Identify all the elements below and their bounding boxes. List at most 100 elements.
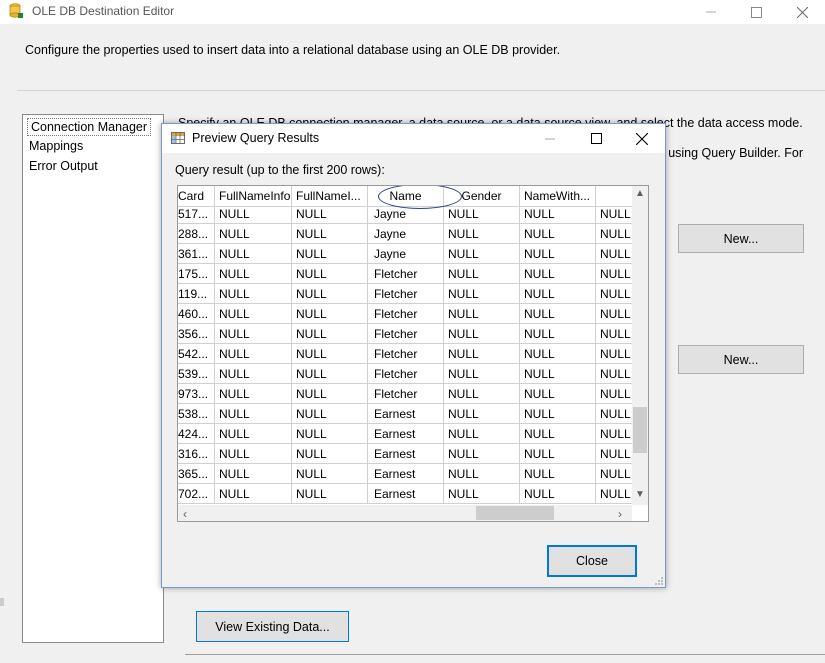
grid-cell[interactable]: NULL	[444, 424, 520, 444]
grid-cell[interactable]: Jayne	[368, 244, 444, 264]
grid-cell[interactable]: NULL	[444, 364, 520, 384]
grid-cell[interactable]: NULL	[292, 207, 368, 224]
grid-cell[interactable]: NULL	[215, 264, 292, 284]
grid-cell[interactable]: 119...	[178, 284, 215, 304]
grid-cell[interactable]: NULL	[292, 224, 368, 244]
grid-cell[interactable]: NULL	[596, 324, 632, 344]
grid-cell[interactable]: NULL	[444, 484, 520, 504]
grid-cell[interactable]: NULL	[520, 364, 596, 384]
grid-cell[interactable]: NULL	[215, 364, 292, 384]
view-existing-data-button[interactable]: View Existing Data...	[196, 611, 349, 642]
grid-cell[interactable]: NULL	[596, 224, 632, 244]
grid-cell[interactable]: NULL	[444, 284, 520, 304]
grid-cell[interactable]: NULL	[444, 444, 520, 464]
grid-cell[interactable]: 542...	[178, 344, 215, 364]
outer-minimize-button[interactable]	[688, 0, 734, 24]
grid-cell[interactable]: NULL	[292, 384, 368, 404]
grid-cell[interactable]: NULL	[444, 304, 520, 324]
grid-cell[interactable]: NULL	[444, 244, 520, 264]
grid-row[interactable]: 316... NULL NULL Earnest NULL NULL NULL	[178, 444, 632, 464]
grid-cell[interactable]: 288...	[178, 224, 215, 244]
vertical-scroll-thumb[interactable]	[633, 406, 647, 453]
grid-cell[interactable]: 460...	[178, 304, 215, 324]
new-table-button[interactable]: New...	[678, 345, 804, 374]
grid-cell[interactable]: NULL	[215, 404, 292, 424]
grid-row[interactable]: 460... NULL NULL Fletcher NULL NULL NULL	[178, 304, 632, 324]
grid-cell[interactable]: Earnest	[368, 444, 444, 464]
grid-row[interactable]: 702... NULL NULL Earnest NULL NULL NULL	[178, 484, 632, 504]
grid-row[interactable]: 539... NULL NULL Fletcher NULL NULL NULL	[178, 364, 632, 384]
grid-cell[interactable]: NULL	[215, 384, 292, 404]
dialog-close-x-button[interactable]	[619, 124, 665, 153]
grid-cell[interactable]: 316...	[178, 444, 215, 464]
grid-cell[interactable]: Fletcher	[368, 384, 444, 404]
grid-cell[interactable]: NULL	[596, 364, 632, 384]
grid-cell[interactable]: NULL	[292, 304, 368, 324]
resize-grip-icon[interactable]	[654, 576, 664, 586]
grid-cell[interactable]: NULL	[292, 324, 368, 344]
grid-cell[interactable]: NULL	[596, 207, 632, 224]
query-results-grid[interactable]: Card FullNameInfo FullNameI... Name Gender Na…	[177, 185, 649, 522]
grid-cell[interactable]: NULL	[215, 424, 292, 444]
grid-row[interactable]: 365... NULL NULL Earnest NULL NULL NULL	[178, 464, 632, 484]
grid-cell[interactable]: NULL	[520, 484, 596, 504]
grid-cell[interactable]: 702...	[178, 484, 215, 504]
grid-row[interactable]: 356... NULL NULL Fletcher NULL NULL NULL	[178, 324, 632, 344]
grid-cell[interactable]: NULL	[520, 384, 596, 404]
grid-cell[interactable]: NULL	[292, 264, 368, 284]
grid-row[interactable]: 175... NULL NULL Fletcher NULL NULL NULL	[178, 264, 632, 284]
grid-cell[interactable]: NULL	[444, 207, 520, 224]
grid-cell[interactable]: NULL	[520, 224, 596, 244]
grid-cell[interactable]: NULL	[215, 444, 292, 464]
grid-cell[interactable]: 973...	[178, 384, 215, 404]
grid-cell[interactable]: NULL	[215, 344, 292, 364]
grid-column-header[interactable]: NameWith...	[520, 186, 596, 206]
grid-cell[interactable]: NULL	[215, 244, 292, 264]
grid-cell[interactable]: NULL	[520, 404, 596, 424]
grid-cell[interactable]: NULL	[292, 444, 368, 464]
grid-cell[interactable]: NULL	[596, 404, 632, 424]
grid-cell[interactable]: NULL	[444, 264, 520, 284]
horizontal-scrollbar[interactable]: ‹ ›	[178, 505, 632, 521]
grid-cell[interactable]: 539...	[178, 364, 215, 384]
grid-cell[interactable]: NULL	[444, 344, 520, 364]
nav-item-error-output[interactable]: Error Output	[29, 159, 98, 173]
grid-cell[interactable]: 361...	[178, 244, 215, 264]
grid-cell[interactable]: NULL	[520, 284, 596, 304]
grid-row[interactable]: 542... NULL NULL Fletcher NULL NULL NULL	[178, 344, 632, 364]
grid-cell[interactable]: 517...	[178, 207, 215, 224]
grid-cell[interactable]: NULL	[520, 444, 596, 464]
grid-row[interactable]: 517... NULL NULL Jayne NULL NULL NULL	[178, 207, 632, 224]
grid-cell[interactable]: Fletcher	[368, 264, 444, 284]
grid-column-header[interactable]: Name	[368, 186, 444, 206]
grid-cell[interactable]: NULL	[520, 424, 596, 444]
grid-cell[interactable]: NULL	[596, 464, 632, 484]
grid-cell[interactable]: NULL	[292, 284, 368, 304]
outer-close-button[interactable]	[779, 0, 825, 24]
grid-cell[interactable]: Jayne	[368, 224, 444, 244]
grid-cell[interactable]: Fletcher	[368, 284, 444, 304]
grid-cell[interactable]: NULL	[596, 424, 632, 444]
grid-cell[interactable]: NULL	[215, 304, 292, 324]
grid-cell[interactable]: NULL	[596, 384, 632, 404]
nav-item-mappings[interactable]: Mappings	[29, 139, 83, 153]
grid-cell[interactable]: NULL	[596, 244, 632, 264]
grid-column-header[interactable]: FullNameInfo	[215, 186, 292, 206]
grid-cell[interactable]: NULL	[444, 404, 520, 424]
new-connection-button[interactable]: New...	[678, 224, 804, 253]
grid-cell[interactable]: NULL	[215, 484, 292, 504]
grid-cell[interactable]: Fletcher	[368, 304, 444, 324]
grid-cell[interactable]: 365...	[178, 464, 215, 484]
grid-cell[interactable]: NULL	[520, 324, 596, 344]
dialog-minimize-button[interactable]	[527, 124, 573, 153]
vertical-scrollbar[interactable]: ▲ ▼	[632, 186, 648, 505]
grid-cell[interactable]: NULL	[520, 244, 596, 264]
grid-cell[interactable]: NULL	[292, 344, 368, 364]
grid-cell[interactable]: NULL	[292, 484, 368, 504]
grid-cell[interactable]: Earnest	[368, 424, 444, 444]
grid-column-header[interactable]: FullNameI...	[292, 186, 368, 206]
grid-cell[interactable]: Earnest	[368, 484, 444, 504]
grid-cell[interactable]: NULL	[596, 484, 632, 504]
grid-row[interactable]: 424... NULL NULL Earnest NULL NULL NULL	[178, 424, 632, 444]
outer-maximize-button[interactable]	[733, 0, 779, 24]
